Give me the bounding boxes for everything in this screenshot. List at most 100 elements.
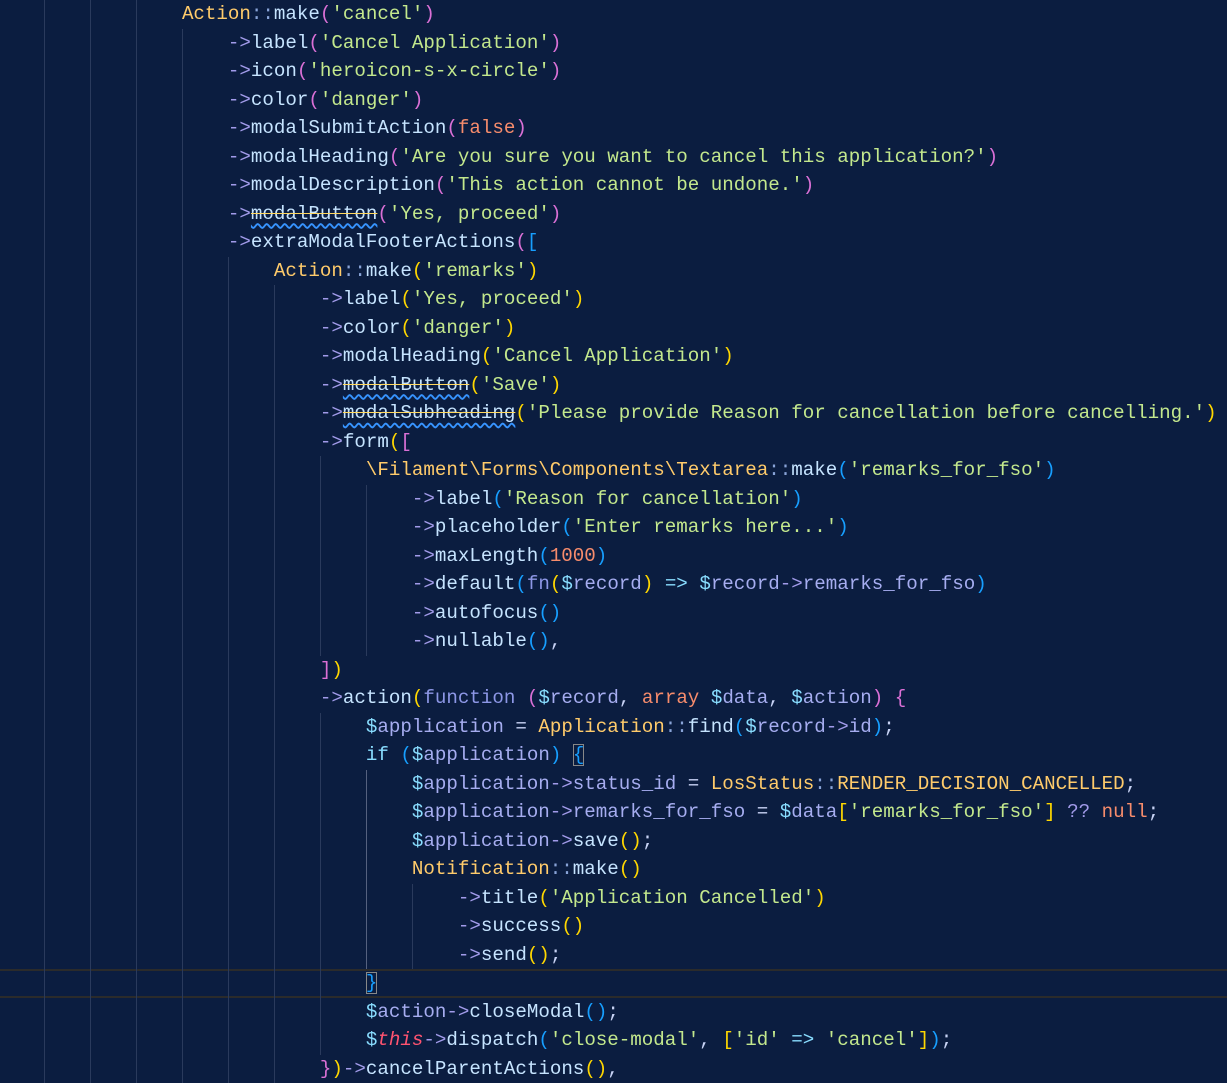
code-line[interactable]: $application = Application::find($record…: [0, 713, 1227, 742]
code-token: ->: [550, 830, 573, 852]
indent-guide: [136, 314, 137, 343]
code-token: ;: [941, 1029, 953, 1051]
code-line[interactable]: ->success(): [0, 912, 1227, 941]
indent-guide: [182, 827, 183, 856]
indent-whitespace: [0, 659, 320, 681]
code-token: ): [423, 3, 435, 25]
indent-guide: [44, 200, 45, 229]
indent-guide: [90, 428, 91, 457]
code-token: [561, 744, 573, 766]
indent-guide: [44, 314, 45, 343]
indent-guide: [274, 314, 275, 343]
indent-guide: [44, 741, 45, 770]
indent-guide: [44, 912, 45, 941]
indent-guide: [90, 969, 91, 998]
code-line[interactable]: ->default(fn($record) => $record->remark…: [0, 570, 1227, 599]
code-token: ): [814, 887, 826, 909]
indent-guide: [320, 855, 321, 884]
code-line[interactable]: Action::make('cancel'): [0, 0, 1227, 29]
code-line[interactable]: Notification::make(): [0, 855, 1227, 884]
code-token: [780, 1029, 792, 1051]
indent-guide: [320, 941, 321, 970]
code-line[interactable]: ->modalHeading('Cancel Application'): [0, 342, 1227, 371]
code-line[interactable]: $application->status_id = LosStatus::REN…: [0, 770, 1227, 799]
indent-guide: [44, 456, 45, 485]
code-line[interactable]: ]): [0, 656, 1227, 685]
code-token: [: [722, 1029, 734, 1051]
code-token: ::: [814, 773, 837, 795]
code-line[interactable]: ->label('Yes, proceed'): [0, 285, 1227, 314]
code-token: ->: [458, 887, 481, 909]
code-token: 'danger': [412, 317, 504, 339]
code-token: ->: [320, 317, 343, 339]
indent-guide: [228, 371, 229, 400]
code-line[interactable]: }: [0, 969, 1227, 998]
code-token: (: [412, 687, 424, 709]
indent-guide: [320, 912, 321, 941]
code-line[interactable]: ->modalDescription('This action cannot b…: [0, 171, 1227, 200]
code-line[interactable]: ->placeholder('Enter remarks here...'): [0, 513, 1227, 542]
code-token: fn: [527, 573, 550, 595]
code-token: (: [561, 516, 573, 538]
indent-guide: [44, 57, 45, 86]
code-line[interactable]: $application->remarks_for_fso = $data['r…: [0, 798, 1227, 827]
indent-guide: [182, 1026, 183, 1055]
code-line[interactable]: ->maxLength(1000): [0, 542, 1227, 571]
code-token: }: [366, 972, 378, 994]
code-line[interactable]: ->modalButton('Save'): [0, 371, 1227, 400]
code-line[interactable]: Action::make('remarks'): [0, 257, 1227, 286]
indent-guide: [44, 1026, 45, 1055]
code-line[interactable]: if ($application) {: [0, 741, 1227, 770]
code-token: ->: [446, 1001, 469, 1023]
indent-guide: [136, 542, 137, 571]
code-line[interactable]: ->action(function ($record, array $data,…: [0, 684, 1227, 713]
indent-guide: [136, 86, 137, 115]
indent-guide: [44, 998, 45, 1027]
code-token: (: [538, 887, 550, 909]
indent-guide: [44, 0, 45, 29]
indent-guide: [320, 542, 321, 571]
code-token: ): [550, 203, 562, 225]
code-token: (: [550, 573, 562, 595]
code-line[interactable]: ->label('Cancel Application'): [0, 29, 1227, 58]
code-token: (: [400, 288, 412, 310]
code-line[interactable]: ->icon('heroicon-s-x-circle'): [0, 57, 1227, 86]
code-token: ): [550, 60, 562, 82]
code-line[interactable]: ->modalButton('Yes, proceed'): [0, 200, 1227, 229]
code-line[interactable]: ->nullable(),: [0, 627, 1227, 656]
code-token: ->: [412, 602, 435, 624]
indent-guide: [90, 912, 91, 941]
indent-guide: [136, 1026, 137, 1055]
code-token: ): [504, 317, 516, 339]
code-line[interactable]: ->extraModalFooterActions([: [0, 228, 1227, 257]
indent-guide: [136, 513, 137, 542]
code-line[interactable]: $application->save();: [0, 827, 1227, 856]
code-line[interactable]: ->modalSubheading('Please provide Reason…: [0, 399, 1227, 428]
code-editor[interactable]: Action::make('cancel') ->label('Cancel A…: [0, 0, 1227, 1083]
code-line[interactable]: ->send();: [0, 941, 1227, 970]
code-line[interactable]: \Filament\Forms\Components\Textarea::mak…: [0, 456, 1227, 485]
code-line[interactable]: ->autofocus(): [0, 599, 1227, 628]
indent-guide: [274, 827, 275, 856]
indent-guide: [274, 884, 275, 913]
code-token: (): [584, 1001, 607, 1023]
code-token: application: [377, 716, 503, 738]
code-token: ): [573, 288, 585, 310]
code-line[interactable]: ->modalHeading('Are you sure you want to…: [0, 143, 1227, 172]
indent-guide: [44, 542, 45, 571]
code-line[interactable]: ->color('danger'): [0, 86, 1227, 115]
indent-guide: [182, 513, 183, 542]
code-line[interactable]: ->form([: [0, 428, 1227, 457]
code-line[interactable]: ->title('Application Cancelled'): [0, 884, 1227, 913]
code-line[interactable]: ->label('Reason for cancellation'): [0, 485, 1227, 514]
code-token: 'Yes, proceed': [389, 203, 550, 225]
code-line[interactable]: $this->dispatch('close-modal', ['id' => …: [0, 1026, 1227, 1055]
code-token: {: [573, 744, 585, 766]
indent-guide: [44, 86, 45, 115]
code-line[interactable]: $action->closeModal();: [0, 998, 1227, 1027]
indent-guide: [44, 257, 45, 286]
indent-guide: [228, 770, 229, 799]
code-line[interactable]: ->modalSubmitAction(false): [0, 114, 1227, 143]
indent-guide: [90, 570, 91, 599]
code-line[interactable]: ->color('danger'): [0, 314, 1227, 343]
